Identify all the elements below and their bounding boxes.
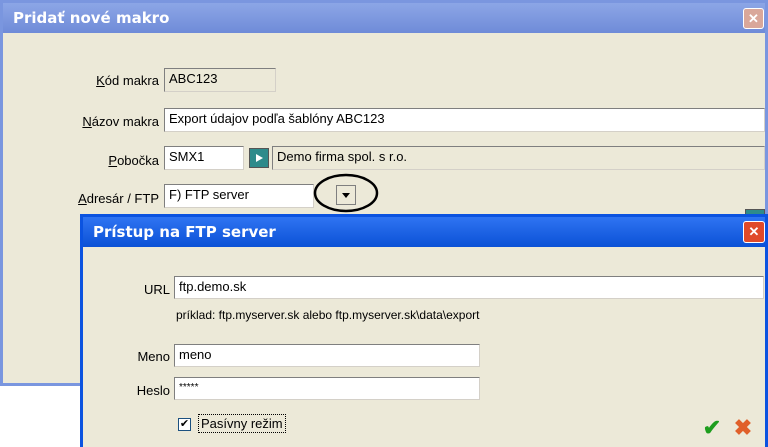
check-icon: ✔ bbox=[702, 415, 722, 440]
passive-label[interactable]: Pasívny režim bbox=[198, 414, 286, 433]
checkmark-icon: ✔ bbox=[179, 418, 190, 430]
x-icon: ✖ bbox=[733, 415, 753, 440]
passive-checkbox[interactable]: ✔ bbox=[178, 418, 191, 431]
close-icon: ✕ bbox=[748, 224, 760, 239]
pobocka-label: Pobočka bbox=[108, 153, 159, 168]
ok-button[interactable]: ✔ bbox=[698, 414, 726, 442]
kod-makra-field[interactable]: ABC123 bbox=[164, 68, 276, 92]
heslo-field[interactable]: ***** bbox=[174, 377, 480, 400]
adresar-select[interactable]: F) FTP server bbox=[164, 184, 314, 208]
cancel-button[interactable]: ✖ bbox=[729, 414, 757, 442]
nazov-makra-label: Názov makra bbox=[82, 114, 159, 129]
play-arrow-icon bbox=[256, 154, 263, 162]
ftp-dialog-titlebar[interactable]: Prístup na FTP server bbox=[83, 217, 765, 247]
ftp-close-button[interactable]: ✕ bbox=[743, 221, 765, 243]
meno-field[interactable]: meno bbox=[174, 344, 480, 367]
url-hint: príklad: ftp.myserver.sk alebo ftp.myser… bbox=[176, 308, 480, 322]
pobocka-name-field: Demo firma spol. s r.o. bbox=[272, 146, 765, 170]
close-icon: ✕ bbox=[748, 10, 759, 26]
ftp-dialog-title: Prístup na FTP server bbox=[93, 223, 276, 241]
kod-makra-label: Kód makra bbox=[96, 73, 159, 88]
adresar-label: Adresár / FTP bbox=[78, 191, 159, 206]
pobocka-lookup-button[interactable] bbox=[249, 148, 269, 168]
ftp-dialog: Prístup na FTP server ✕ URL ftp.demo.sk … bbox=[80, 214, 768, 447]
meno-label: Meno bbox=[137, 349, 170, 364]
main-close-button[interactable]: ✕ bbox=[743, 8, 764, 29]
heslo-label: Heslo bbox=[136, 383, 170, 398]
pobocka-field[interactable]: SMX1 bbox=[164, 146, 244, 170]
url-label: URL bbox=[143, 282, 170, 297]
highlight-ellipse bbox=[313, 173, 379, 213]
main-dialog-title: Pridať nové makro bbox=[13, 9, 170, 27]
url-field[interactable]: ftp.demo.sk bbox=[174, 276, 764, 299]
main-dialog-titlebar[interactable]: Pridať nové makro bbox=[3, 3, 765, 33]
nazov-makra-field[interactable]: Export údajov podľa šablóny ABC123 bbox=[164, 108, 765, 132]
